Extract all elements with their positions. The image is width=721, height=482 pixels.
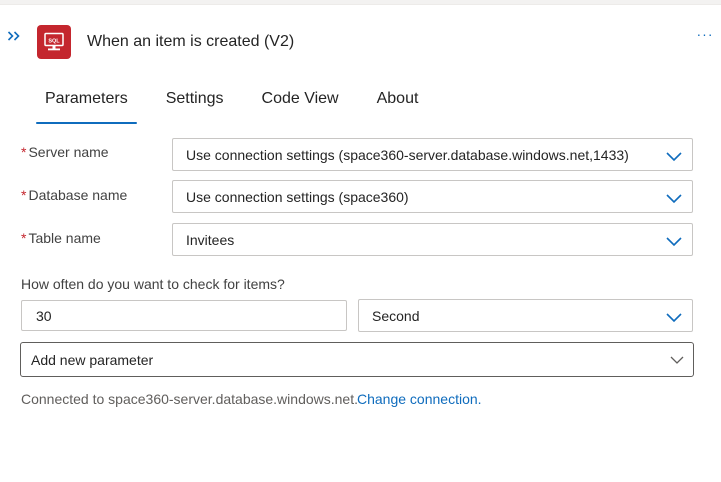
table-name-label: * Table name [21, 230, 101, 246]
chevron-down-icon [670, 356, 684, 364]
connection-status: Connected to space360-server.database.wi… [21, 391, 358, 407]
server-name-value: Use connection settings (space360-server… [186, 147, 629, 163]
sql-server-icon: SQL [37, 25, 71, 59]
required-marker: * [21, 187, 27, 203]
chevron-down-icon [666, 237, 682, 247]
tab-code-view[interactable]: Code View [253, 80, 348, 124]
required-marker: * [21, 144, 27, 160]
required-marker: * [21, 230, 27, 246]
change-connection-link[interactable]: Change connection. [357, 391, 482, 407]
table-name-value: Invitees [186, 232, 235, 248]
add-parameter-placeholder: Add new parameter [31, 352, 154, 368]
chevron-down-icon [666, 313, 682, 323]
chevron-down-icon [666, 152, 682, 162]
tab-settings[interactable]: Settings [157, 80, 233, 124]
frequency-unit-value: Second [372, 308, 420, 324]
table-name-dropdown[interactable]: Invitees [172, 223, 693, 256]
database-name-dropdown[interactable]: Use connection settings (space360) [172, 180, 693, 213]
trigger-title: When an item is created (V2) [87, 33, 295, 50]
frequency-unit-dropdown[interactable]: Second [358, 299, 693, 332]
tab-bar: Parameters Settings Code View About [36, 80, 447, 124]
top-divider [0, 0, 721, 5]
interval-input[interactable] [21, 300, 347, 331]
tab-parameters[interactable]: Parameters [36, 80, 137, 124]
more-options-button[interactable]: ··· [694, 24, 716, 44]
sql-icon-label: SQL [48, 38, 60, 44]
database-name-value: Use connection settings (space360) [186, 189, 409, 205]
chevron-down-icon [666, 194, 682, 204]
double-chevron-right-icon [7, 31, 20, 41]
expand-panel-button[interactable] [4, 26, 24, 46]
server-name-dropdown[interactable]: Use connection settings (space360-server… [172, 138, 693, 171]
server-name-label: * Server name [21, 144, 109, 160]
frequency-label: How often do you want to check for items… [21, 276, 285, 292]
add-new-parameter-dropdown[interactable]: Add new parameter [20, 342, 694, 377]
database-name-label: * Database name [21, 187, 128, 203]
tab-about[interactable]: About [368, 80, 428, 124]
